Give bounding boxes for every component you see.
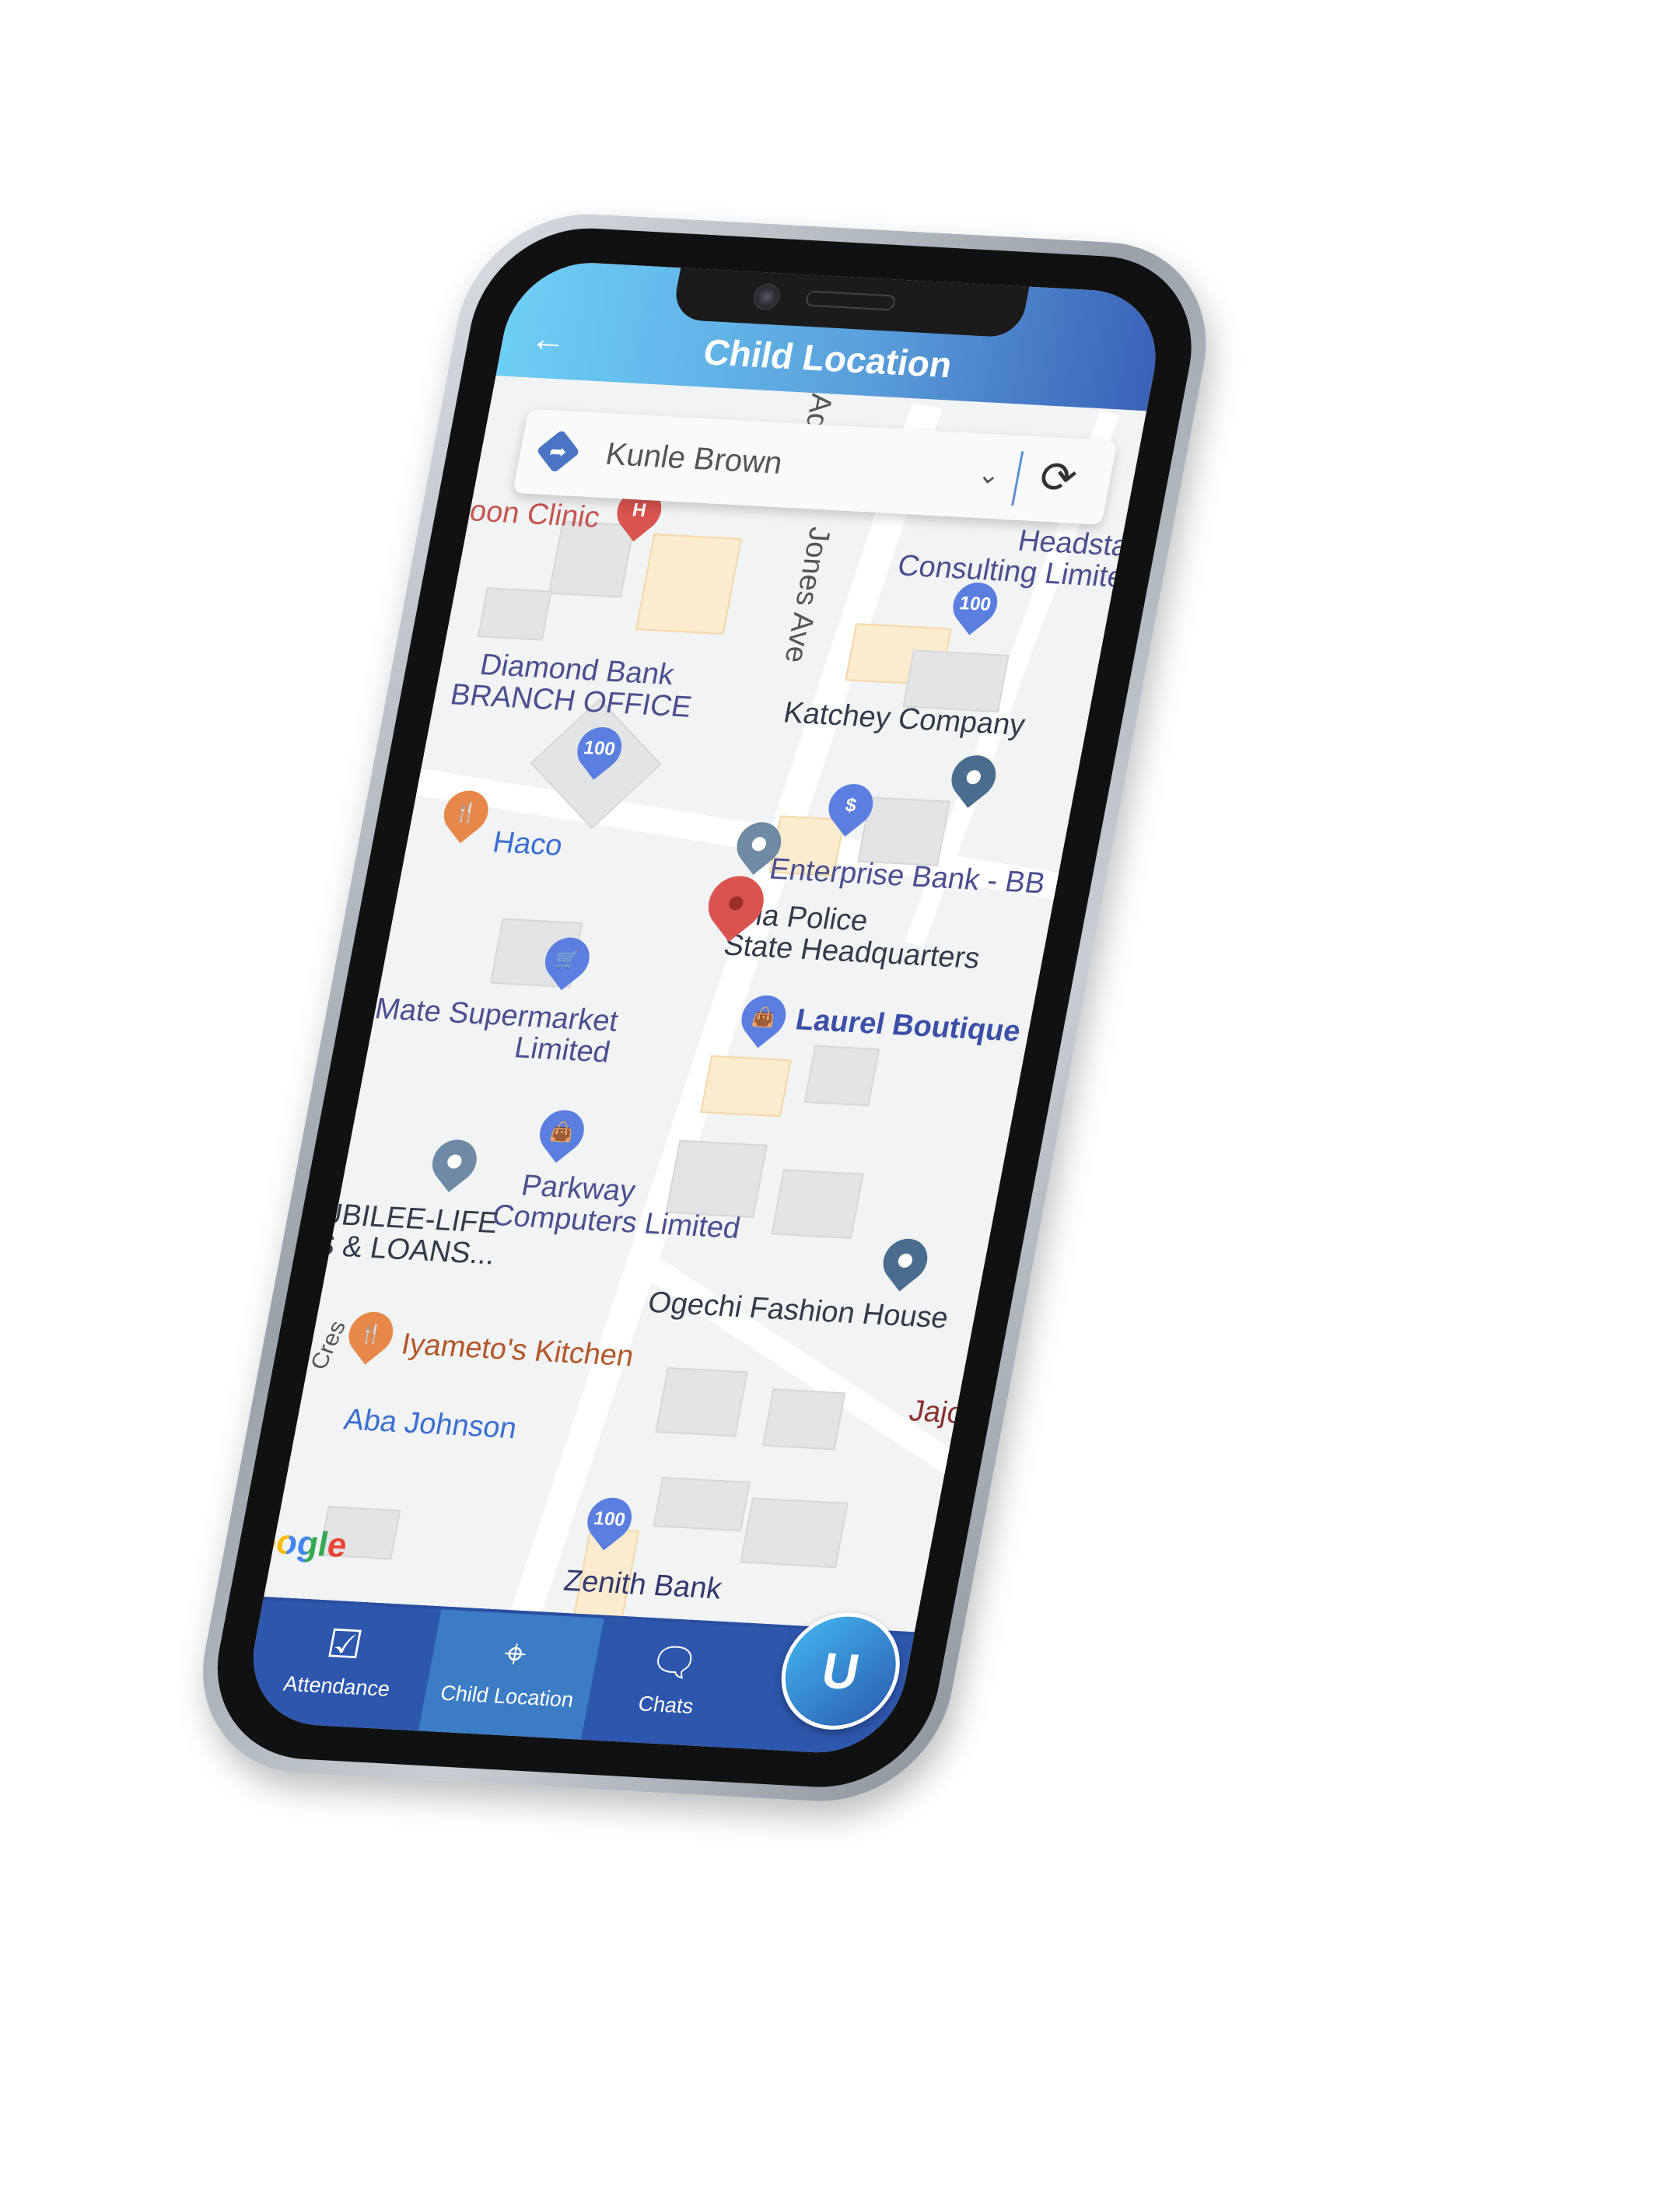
- place-marker-icon[interactable]: [943, 746, 1005, 808]
- poi-label: Diamond Bank BRANCH OFFICE: [447, 648, 695, 724]
- poi-label: Enterprise Bank - BB: [766, 852, 1048, 901]
- restaurant-marker-icon[interactable]: 🍴: [340, 1303, 402, 1365]
- nav-item-attendance[interactable]: ☑ Attendance: [240, 1600, 442, 1734]
- camera-icon: [751, 282, 782, 311]
- selected-child: Kunle Brown: [603, 436, 786, 481]
- poi-label: oon Clinic: [467, 495, 603, 535]
- poi-label: Aba Johnson: [341, 1403, 520, 1446]
- nav-label: Chats: [636, 1692, 696, 1719]
- phone-mockup: Ad Jones Ave oon Clinic H Headstart Consu…: [183, 208, 1227, 1807]
- refresh-icon[interactable]: ⟳: [1035, 451, 1081, 505]
- street-label: Jones Ave: [778, 526, 837, 664]
- divider: [1011, 451, 1024, 506]
- poi-label: Headstart Consulting Limited: [894, 524, 1150, 596]
- poi-label: Ogechi Fashion House: [645, 1286, 951, 1335]
- poi-label: Laurel Boutique: [793, 1003, 1024, 1048]
- calendar-check-icon: ☑: [323, 1621, 366, 1667]
- nav-item-child-location[interactable]: ⌖ Child Location: [418, 1609, 604, 1743]
- nav-label: Child Location: [438, 1681, 576, 1712]
- crosshair-location-icon: ⌖: [500, 1631, 530, 1676]
- place-marker-icon[interactable]: [423, 1130, 485, 1193]
- poi-label: Haco: [490, 825, 565, 863]
- poi-label: Parkway Computers Limited: [489, 1169, 744, 1245]
- poi-label: Iyameto's Kitchen: [398, 1328, 637, 1373]
- nav-item-chats[interactable]: 🗨 Chats: [580, 1618, 759, 1751]
- speaker-grille: [804, 290, 897, 311]
- chevron-down-icon[interactable]: ⌄: [975, 459, 1003, 492]
- chat-bubbles-icon: 🗨: [645, 1639, 703, 1685]
- directions-diamond-icon: ➦: [536, 429, 580, 474]
- shop-marker-icon[interactable]: 👜: [530, 1100, 593, 1163]
- app-screen: Ad Jones Ave oon Clinic H Headstart Consu…: [240, 259, 1169, 1757]
- place-marker-icon[interactable]: [874, 1230, 936, 1292]
- poi-label: UBILEE-LIFE S & LOANS...: [312, 1197, 501, 1272]
- nav-label: Attendance: [282, 1671, 392, 1701]
- poi-label: Mate Supermarket Limited: [372, 992, 621, 1069]
